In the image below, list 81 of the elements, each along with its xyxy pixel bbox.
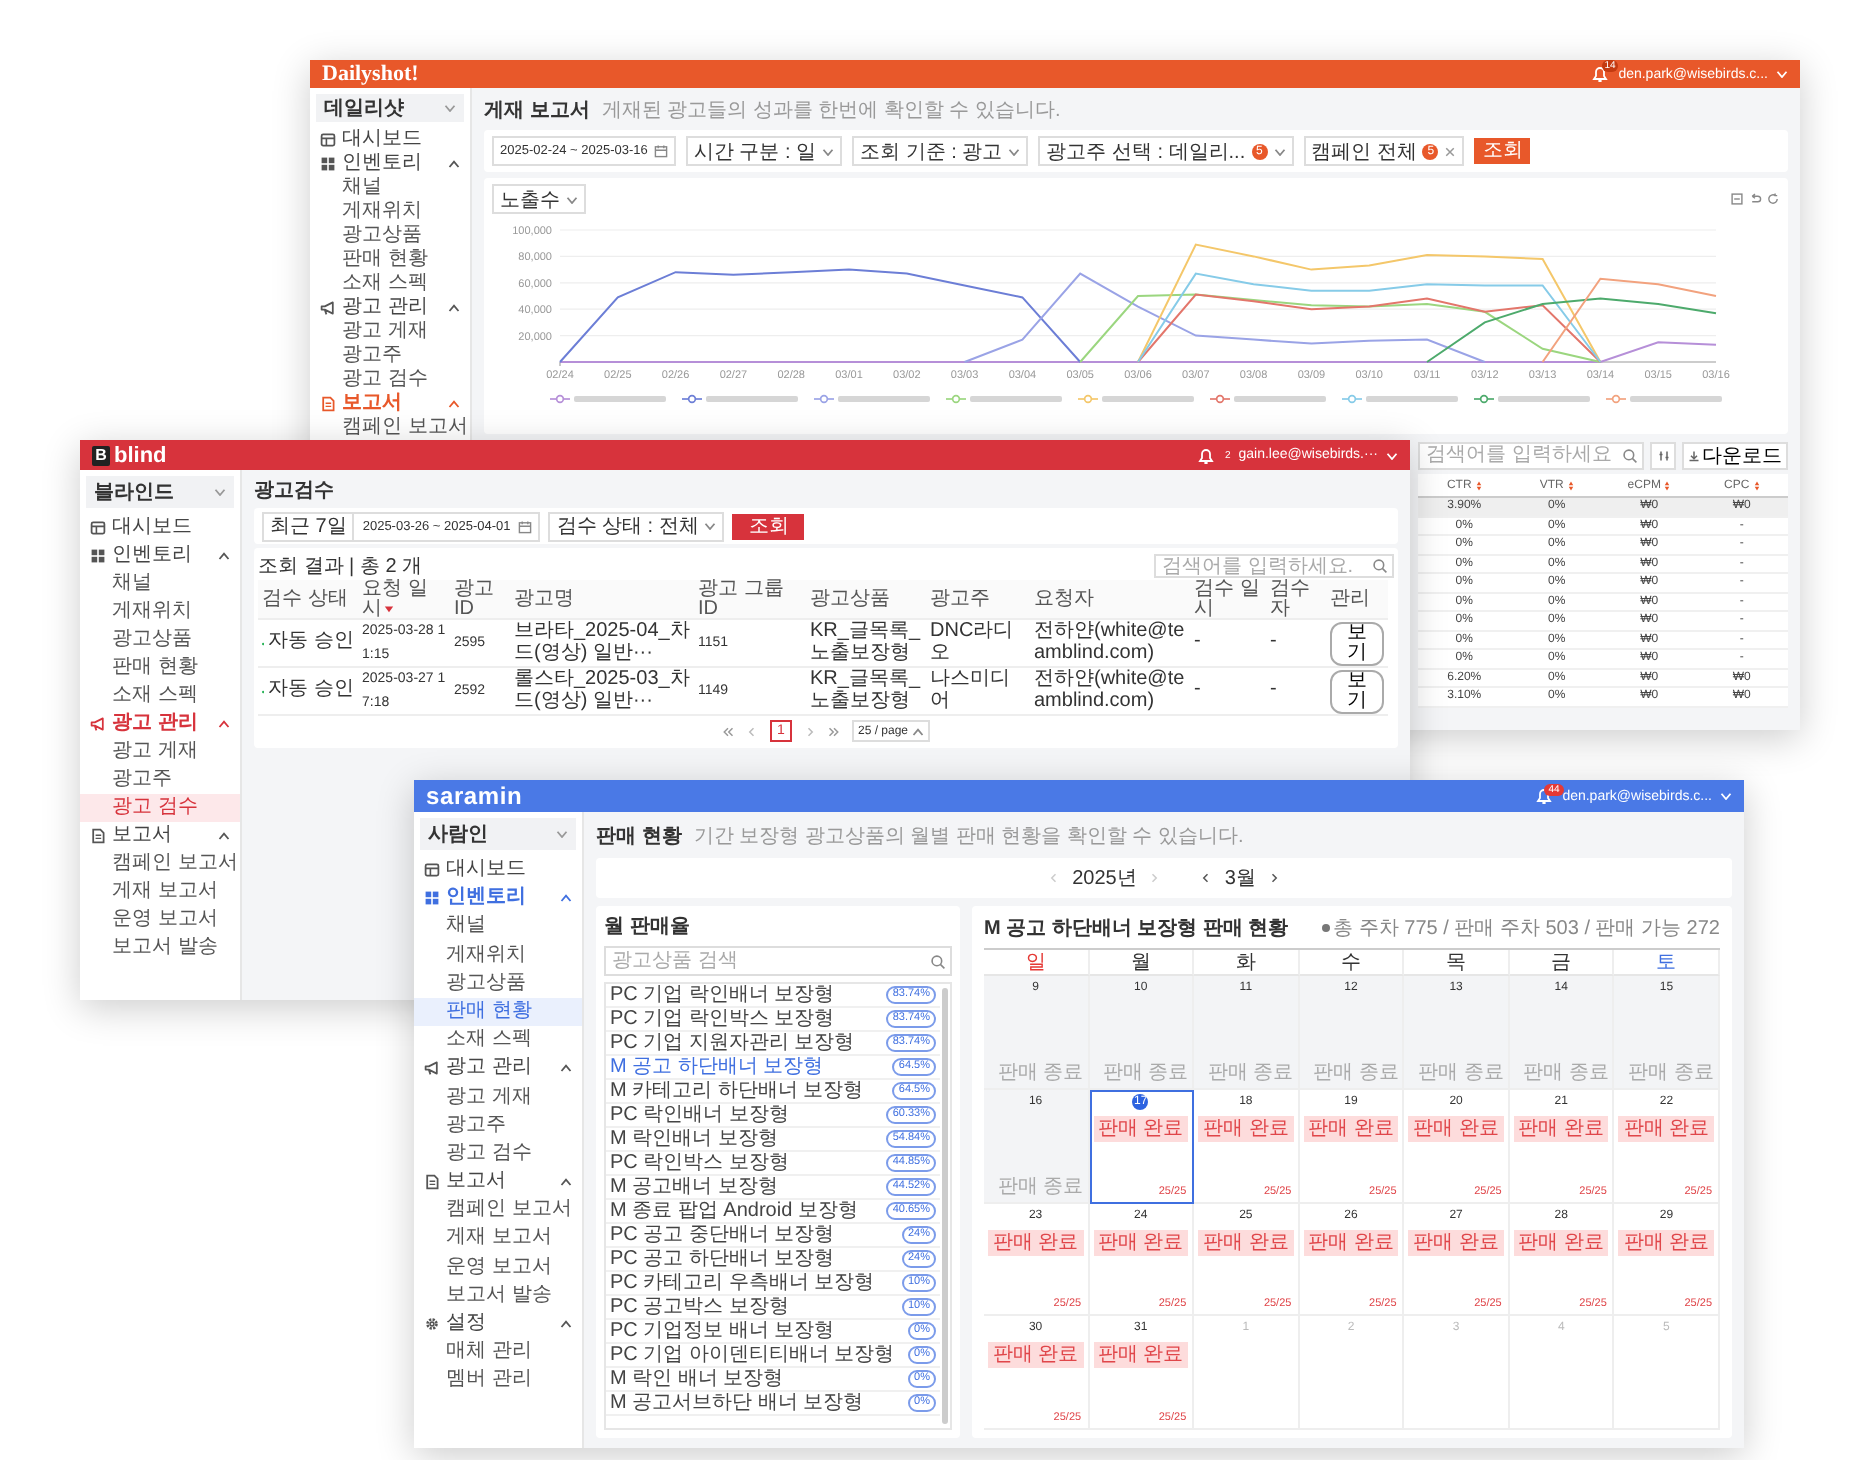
status-label: 판매 종료 (1207, 1059, 1294, 1086)
product-name: PC 공고 중단배너 보장형 (610, 1224, 835, 1246)
status-tag: 판매 완료 (1198, 1229, 1294, 1255)
status-text: 자동 승인 (268, 680, 354, 702)
product-name: M 공고배너 보장형 (610, 1176, 778, 1198)
status-label: 판매 종료 (1418, 1059, 1504, 1086)
column-header: 검수 상태 (258, 580, 358, 619)
table-cell: KR_글목록_노출보장형 (810, 668, 921, 711)
column-header: 광고주 (926, 580, 1030, 619)
page-title: 게재 보고서 (484, 98, 590, 124)
status-label: 판매 종료 (1102, 1059, 1189, 1086)
product-name: M 종료 팝업 Android 보장형 (610, 1200, 858, 1222)
status-tag: 판매 완료 (1513, 1115, 1609, 1142)
column-header: 검수 일시 (1190, 580, 1266, 619)
status-tag: 판매 완료 (1093, 1115, 1189, 1142)
status-label: 판매 종료 (1523, 1059, 1609, 1086)
table-cell: - (1270, 678, 1277, 701)
product-name: PC 기업 아이덴티티배너 보장형 (610, 1344, 895, 1366)
product-name: M 공고서브하단 배너 보장형 (610, 1392, 864, 1414)
table-cell: 나스미디어 (930, 668, 1010, 711)
result-summary: 조회 결과 | 총 2 개 (258, 554, 423, 579)
product-name: PC 카테고리 우측배너 보장형 (610, 1272, 875, 1294)
product-name: PC 기업 지원자관리 보장형 (610, 1032, 855, 1054)
product-name: PC 락인배너 보장형 (610, 1104, 789, 1126)
column-header: 광고상품 (806, 580, 926, 619)
status-tag: 판매 완료 (988, 1342, 1084, 1369)
column-header: 광고명 (510, 580, 694, 619)
status-text: 자동 승인 (268, 632, 354, 654)
status-label: 판매 종료 (997, 1173, 1084, 1199)
page-subtitle: 기간 보장형 광고상품의 월별 판매 현황을 확인할 수 있습니다. (693, 824, 1244, 850)
status-tag: 판매 완료 (1408, 1229, 1504, 1255)
table-cell: - (1270, 630, 1277, 653)
status-tag: 판매 완료 (1303, 1115, 1399, 1142)
year-label: 2025년 (1072, 866, 1137, 892)
logo: saramin (426, 782, 523, 810)
status-label: 판매 종료 (1628, 1059, 1714, 1086)
table-cell: 롤스타_2025-03_차드(영상) 일반··· (514, 668, 690, 711)
column-header: 광고 그룹 ID (694, 580, 806, 619)
month-label: 3월 (1224, 866, 1256, 892)
status-tag: 판매 완료 (1198, 1115, 1294, 1142)
page-title: 광고검수 (254, 478, 336, 504)
status-tag: 판매 완료 (1618, 1229, 1714, 1255)
column-header: 광고 ID (450, 580, 510, 619)
status-tag: 판매 완료 (988, 1229, 1084, 1255)
column-header: 관리 (1326, 580, 1388, 619)
logo-mark: B (92, 445, 110, 465)
page-subtitle: 게재된 광고들의 성과를 한번에 확인할 수 있습니다. (601, 98, 1061, 124)
product-name: PC 공고 하단배너 보장형 (610, 1248, 835, 1270)
product-name: M 락인 배너 보장형 (610, 1368, 784, 1390)
table-cell: - (1194, 630, 1201, 653)
table-cell: - (1194, 678, 1201, 701)
status-label: 판매 종료 (997, 1059, 1084, 1086)
table-cell: KR_글목록_노출보장형 (810, 620, 921, 663)
panel-title: 월 판매율 (604, 914, 692, 940)
table-cell: 전하얀(white@teamblind.com) (1034, 668, 1185, 711)
product-name: PC 기업정보 배너 보장형 (610, 1320, 835, 1342)
panel-title: M 공고 하단배너 보장형 판매 현황 (984, 915, 1289, 941)
status-tag: 판매 완료 (1618, 1115, 1714, 1142)
status-tag: 판매 완료 (1093, 1342, 1189, 1369)
product-name: M 카테고리 하단배너 보장형 (610, 1080, 864, 1102)
page-title: 판매 현황 (596, 824, 682, 850)
logo: blind (114, 443, 167, 467)
column-header: 검수자 (1266, 580, 1326, 619)
product-name: PC 기업 락인박스 보장형 (610, 1008, 835, 1030)
status-tag: 판매 완료 (1303, 1229, 1399, 1255)
product-name: PC 기업 락인배너 보장형 (610, 984, 835, 1006)
status-label: 판매 종료 (1313, 1059, 1399, 1086)
status-tag: 판매 완료 (1408, 1115, 1504, 1142)
column-header: 요청자 (1030, 580, 1190, 619)
column-header: 요청 일시 (358, 580, 450, 619)
product-name: M 락인배너 보장형 (610, 1128, 778, 1150)
table-cell: DNC라디오 (930, 620, 1014, 663)
status-tag: 판매 완료 (1513, 1229, 1609, 1255)
logo: Dailyshot! (322, 62, 419, 86)
sales-summary: 총 주차 775 / 판매 주차 503 / 판매 가능 272 (1333, 916, 1720, 942)
table-cell: 전하얀(white@teamblind.com) (1034, 620, 1185, 663)
table-cell: 브라타_2025-04_차드(영상) 일반··· (514, 620, 690, 663)
status-tag: 판매 완료 (1093, 1229, 1189, 1255)
product-name: PC 락인박스 보장형 (610, 1152, 789, 1174)
product-name: PC 공고박스 보장형 (610, 1296, 789, 1318)
product-name: M 공고 하단배너 보장형 (610, 1056, 824, 1078)
